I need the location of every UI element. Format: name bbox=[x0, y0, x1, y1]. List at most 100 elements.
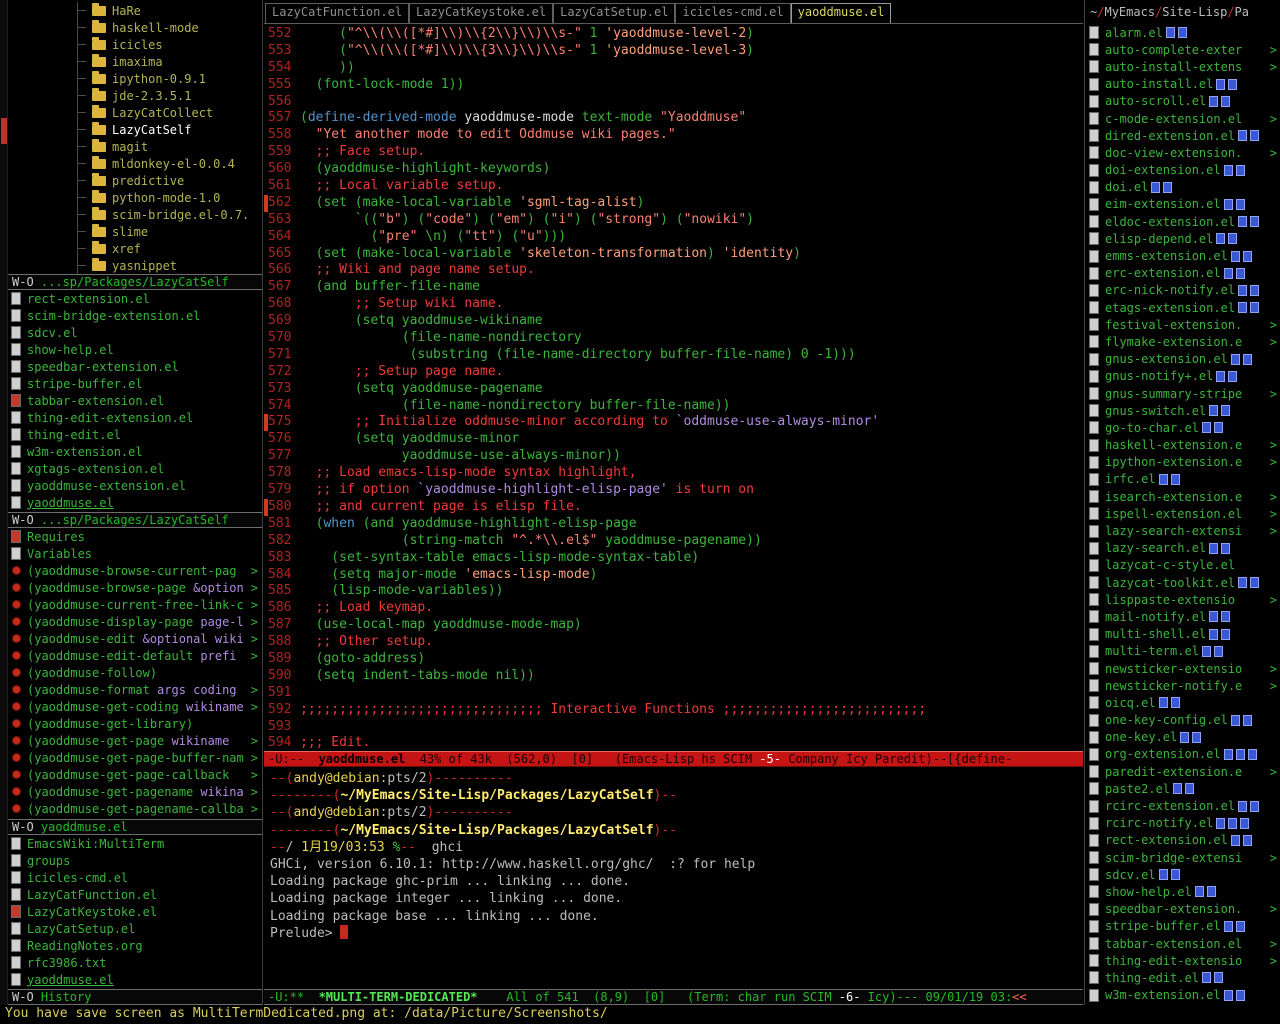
tree-item-icicles[interactable]: icicles bbox=[8, 36, 262, 53]
right-file-item[interactable]: gnus-notify+.el bbox=[1085, 368, 1280, 385]
right-file-item[interactable]: rcirc-extension.el bbox=[1085, 797, 1280, 814]
code-line-582[interactable]: 582 (string-match "^.*\\.el$" yaoddmuse-… bbox=[264, 533, 1083, 550]
right-file-item[interactable]: one-key.el bbox=[1085, 729, 1280, 746]
function-item[interactable]: (yaoddmuse-get-page wikiname> bbox=[8, 732, 262, 749]
code-line-577[interactable]: 577 yaoddmuse-use-always-minor)) bbox=[264, 448, 1083, 465]
code-line-581[interactable]: 581 (when (and yaoddmuse-highlight-elisp… bbox=[264, 516, 1083, 533]
symbols-header-variables[interactable]: Variables bbox=[8, 545, 262, 562]
file-list-item[interactable]: yaoddmuse.el bbox=[8, 494, 262, 511]
right-file-item[interactable]: isearch-extension.e> bbox=[1085, 488, 1280, 505]
code-line-589[interactable]: 589 (goto-address) bbox=[264, 651, 1083, 668]
tree-item-predictive[interactable]: predictive bbox=[8, 172, 262, 189]
tree-item-lazycatcollect[interactable]: LazyCatCollect bbox=[8, 104, 262, 121]
function-item[interactable]: (yaoddmuse-edit &optional wiki> bbox=[8, 630, 262, 647]
right-file-item[interactable]: irfc.el bbox=[1085, 471, 1280, 488]
code-line-569[interactable]: 569 (setq yaoddmuse-wikiname bbox=[264, 313, 1083, 330]
right-file-item[interactable]: gnus-switch.el bbox=[1085, 402, 1280, 419]
tab-lazycatfunction-el[interactable]: LazyCatFunction.el bbox=[265, 3, 409, 23]
right-file-item[interactable]: doi.el bbox=[1085, 179, 1280, 196]
tree-item-imaxima[interactable]: imaxima bbox=[8, 53, 262, 70]
file-list-item[interactable]: xgtags-extension.el bbox=[8, 460, 262, 477]
terminal[interactable]: --(andy@debian:pts/2)------------------(… bbox=[264, 767, 1083, 989]
right-file-item[interactable]: multi-term.el bbox=[1085, 643, 1280, 660]
file-list-item[interactable]: yaoddmuse-extension.el bbox=[8, 477, 262, 494]
function-item[interactable]: (yaoddmuse-current-free-link-c> bbox=[8, 596, 262, 613]
right-file-item[interactable]: multi-shell.el bbox=[1085, 626, 1280, 643]
right-file-item[interactable]: eldoc-extension.el bbox=[1085, 213, 1280, 230]
tab-lazycatsetup-el[interactable]: LazyCatSetup.el bbox=[553, 3, 675, 23]
right-file-item[interactable]: auto-scroll.el bbox=[1085, 93, 1280, 110]
right-file-item[interactable]: lazycat-c-style.el bbox=[1085, 557, 1280, 574]
code-line-586[interactable]: 586 ;; Load keymap. bbox=[264, 600, 1083, 617]
buffer-list-item[interactable]: LazyCatFunction.el bbox=[8, 886, 262, 903]
right-file-item[interactable]: gnus-extension.el bbox=[1085, 351, 1280, 368]
code-line-572[interactable]: 572 ;; Setup page name. bbox=[264, 364, 1083, 381]
tree-item-scim-bridge.el-0.7.[interactable]: scim-bridge.el-0.7. bbox=[8, 206, 262, 223]
code-line-591[interactable]: 591 bbox=[264, 685, 1083, 702]
code-line-583[interactable]: 583 (set-syntax-table emacs-lisp-mode-sy… bbox=[264, 550, 1083, 567]
right-file-item[interactable]: rect-extension.el bbox=[1085, 832, 1280, 849]
buffer-list-item[interactable]: groups bbox=[8, 852, 262, 869]
right-file-item[interactable]: org-extension.el bbox=[1085, 746, 1280, 763]
code-line-570[interactable]: 570 (file-name-nondirectory bbox=[264, 330, 1083, 347]
code-line-561[interactable]: 561 ;; Local variable setup. bbox=[264, 178, 1083, 195]
code-line-556[interactable]: 556 bbox=[264, 94, 1083, 111]
code-line-578[interactable]: 578 ;; Load emacs-lisp-mode syntax highl… bbox=[264, 465, 1083, 482]
right-file-item[interactable]: tabbar-extension.el> bbox=[1085, 935, 1280, 952]
right-file-item[interactable]: dired-extension.el bbox=[1085, 127, 1280, 144]
right-file-item[interactable]: alarm.el bbox=[1085, 24, 1280, 41]
code-line-557[interactable]: 557(define-derived-mode yaoddmuse-mode t… bbox=[264, 110, 1083, 127]
code-line-568[interactable]: 568 ;; Setup wiki name. bbox=[264, 296, 1083, 313]
right-file-item[interactable]: erc-nick-notify.el bbox=[1085, 282, 1280, 299]
buffer-list-item[interactable]: yaoddmuse.el bbox=[8, 971, 262, 988]
right-file-item[interactable]: newsticker-notify.e> bbox=[1085, 677, 1280, 694]
buffer-list-item[interactable]: ReadingNotes.org bbox=[8, 937, 262, 954]
buffer-list-item[interactable]: LazyCatKeystoke.el bbox=[8, 903, 262, 920]
scrollbar-thumb[interactable] bbox=[1, 118, 7, 144]
tab-yaoddmuse-el[interactable]: yaoddmuse.el bbox=[791, 3, 892, 23]
function-item[interactable]: (yaoddmuse-get-page-callback > bbox=[8, 766, 262, 783]
function-item[interactable]: (yaoddmuse-get-pagename-callba> bbox=[8, 800, 262, 817]
right-file-item[interactable]: etags-extension.el bbox=[1085, 299, 1280, 316]
tree-item-magit[interactable]: magit bbox=[8, 138, 262, 155]
code-line-575[interactable]: 575 ;; Initialize oddmuse-minor accordin… bbox=[264, 414, 1083, 431]
right-file-item[interactable]: thing-edit-extensio> bbox=[1085, 952, 1280, 969]
code-line-594[interactable]: 594;;; Edit. bbox=[264, 735, 1083, 751]
function-item[interactable]: (yaoddmuse-get-pagename wikina> bbox=[8, 783, 262, 800]
code-line-552[interactable]: 552 ("^\\(\\([*#]\\)\\{2\\}\\)\\s-" 1 'y… bbox=[264, 26, 1083, 43]
code-line-560[interactable]: 560 (yaoddmuse-highlight-keywords) bbox=[264, 161, 1083, 178]
symbols-header-requires[interactable]: Requires bbox=[8, 528, 262, 545]
code-line-567[interactable]: 567 (and buffer-file-name bbox=[264, 279, 1083, 296]
code-line-566[interactable]: 566 ;; Wiki and page name setup. bbox=[264, 262, 1083, 279]
right-file-item[interactable]: paste2.el bbox=[1085, 780, 1280, 797]
right-file-item[interactable]: stripe-buffer.el bbox=[1085, 918, 1280, 935]
right-file-item[interactable]: erc-extension.el bbox=[1085, 265, 1280, 282]
right-file-item[interactable]: w3m-extension.el bbox=[1085, 987, 1280, 1004]
code-line-576[interactable]: 576 (setq yaoddmuse-minor bbox=[264, 431, 1083, 448]
tree-item-mldonkey-el-0.0.4[interactable]: mldonkey-el-0.0.4 bbox=[8, 155, 262, 172]
right-file-item[interactable]: newsticker-extensio> bbox=[1085, 660, 1280, 677]
code-line-588[interactable]: 588 ;; Other setup. bbox=[264, 634, 1083, 651]
right-file-item[interactable]: lazy-search.el bbox=[1085, 540, 1280, 557]
function-item[interactable]: (yaoddmuse-get-page-buffer-nam> bbox=[8, 749, 262, 766]
terminal-cursor[interactable] bbox=[340, 925, 348, 939]
code-line-562[interactable]: 562 (set (make-local-variable 'sgml-tag-… bbox=[264, 195, 1083, 212]
buffer-list-item[interactable]: icicles-cmd.el bbox=[8, 869, 262, 886]
right-file-item[interactable]: elisp-depend.el bbox=[1085, 230, 1280, 247]
function-item[interactable]: (yaoddmuse-browse-current-pag> bbox=[8, 562, 262, 579]
code-line-555[interactable]: 555 (font-lock-mode 1)) bbox=[264, 77, 1083, 94]
tree-item-hare[interactable]: HaRe bbox=[8, 2, 262, 19]
right-file-item[interactable]: scim-bridge-extensi> bbox=[1085, 849, 1280, 866]
file-list-item[interactable]: thing-edit-extension.el bbox=[8, 409, 262, 426]
code-line-593[interactable]: 593 bbox=[264, 719, 1083, 736]
right-file-item[interactable]: auto-install.el bbox=[1085, 76, 1280, 93]
right-file-item[interactable]: haskell-extension.e> bbox=[1085, 437, 1280, 454]
function-item[interactable]: (yaoddmuse-edit-default prefi> bbox=[8, 647, 262, 664]
right-file-item[interactable]: ipython-extension.e> bbox=[1085, 454, 1280, 471]
right-file-item[interactable]: flymake-extension.e> bbox=[1085, 333, 1280, 350]
code-line-585[interactable]: 585 (lisp-mode-variables)) bbox=[264, 583, 1083, 600]
tab-lazycatkeystoke-el[interactable]: LazyCatKeystoke.el bbox=[409, 3, 553, 23]
code-line-574[interactable]: 574 (file-name-nondirectory buffer-file-… bbox=[264, 398, 1083, 415]
right-file-item[interactable]: mail-notify.el bbox=[1085, 608, 1280, 625]
function-item[interactable]: (yaoddmuse-format args coding> bbox=[8, 681, 262, 698]
